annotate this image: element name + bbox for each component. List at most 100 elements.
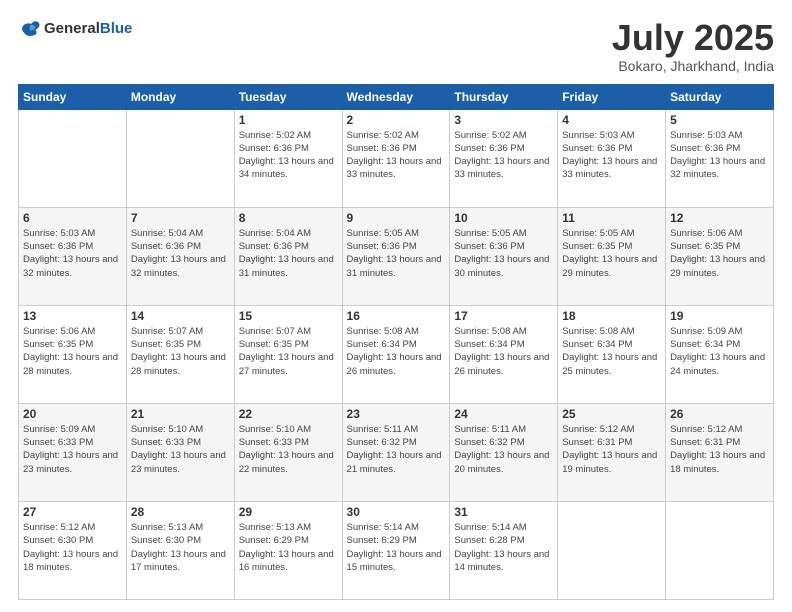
calendar-cell: 23Sunrise: 5:11 AM Sunset: 6:32 PM Dayli… (342, 403, 450, 501)
day-number: 25 (562, 407, 661, 421)
day-number: 3 (454, 113, 553, 127)
day-detail: Sunrise: 5:09 AM Sunset: 6:33 PM Dayligh… (23, 423, 122, 476)
day-number: 24 (454, 407, 553, 421)
calendar-header: SundayMondayTuesdayWednesdayThursdayFrid… (19, 84, 774, 109)
day-detail: Sunrise: 5:11 AM Sunset: 6:32 PM Dayligh… (454, 423, 553, 476)
day-detail: Sunrise: 5:14 AM Sunset: 6:28 PM Dayligh… (454, 521, 553, 574)
logo-blue: Blue (100, 20, 133, 37)
days-row: SundayMondayTuesdayWednesdayThursdayFrid… (19, 84, 774, 109)
calendar-cell: 1 Sunrise: 5:02 AM Sunset: 6:36 PM Daylig… (234, 109, 342, 207)
title-area: July 2025 Bokaro, Jharkhand, India (612, 18, 774, 74)
calendar-cell: 14 Sunrise: 5:07 AM Sunset: 6:35 PM Dayli… (126, 305, 234, 403)
day-number: 5 (670, 113, 769, 127)
day-detail: Sunrise: 5:10 AM Sunset: 6:33 PM Dayligh… (131, 423, 230, 476)
day-number: 19 (670, 309, 769, 323)
calendar-cell: 24 Sunrise: 5:11 AM Sunset: 6:32 PM Dayli… (450, 403, 558, 501)
week-row-2: 6 Sunrise: 5:03 AM Sunset: 6:36 PM Daylig… (19, 207, 774, 305)
calendar-cell: 17 Sunrise: 5:08 AM Sunset: 6:34 PM Dayli… (450, 305, 558, 403)
calendar-cell: 8 Sunrise: 5:04 AM Sunset: 6:36 PM Daylig… (234, 207, 342, 305)
day-number: 2 (347, 113, 446, 127)
day-detail: Sunrise: 5:12 AM Sunset: 6:30 PM Dayligh… (23, 521, 122, 574)
day-detail: Sunrise: 5:08 AM Sunset: 6:34 PM Dayligh… (562, 325, 661, 378)
week-row-5: 27 Sunrise: 5:12 AM Sunset: 6:30 PM Dayli… (19, 501, 774, 599)
day-detail: Sunrise: 5:05 AM Sunset: 6:35 PM Dayligh… (562, 227, 661, 280)
week-row-1: 1 Sunrise: 5:02 AM Sunset: 6:36 PM Daylig… (19, 109, 774, 207)
calendar-cell: 11 Sunrise: 5:05 AM Sunset: 6:35 PM Dayli… (558, 207, 666, 305)
day-detail: Sunrise: 5:03 AM Sunset: 6:36 PM Dayligh… (670, 129, 769, 182)
day-number: 11 (562, 211, 661, 225)
day-number: 16 (347, 309, 446, 323)
day-detail: Sunrise: 5:05 AM Sunset: 6:36 PM Dayligh… (347, 227, 446, 280)
calendar-cell: 18 Sunrise: 5:08 AM Sunset: 6:34 PM Dayli… (558, 305, 666, 403)
day-number: 21 (131, 407, 230, 421)
month-title: July 2025 (612, 18, 774, 58)
header: GeneralBlue July 2025 Bokaro, Jharkhand,… (18, 18, 774, 74)
day-detail: Sunrise: 5:04 AM Sunset: 6:36 PM Dayligh… (131, 227, 230, 280)
day-number: 27 (23, 505, 122, 519)
calendar-cell (126, 109, 234, 207)
day-detail: Sunrise: 5:09 AM Sunset: 6:34 PM Dayligh… (670, 325, 769, 378)
day-number: 8 (239, 211, 338, 225)
day-detail: Sunrise: 5:12 AM Sunset: 6:31 PM Dayligh… (562, 423, 661, 476)
day-header-saturday: Saturday (666, 84, 774, 109)
week-row-3: 13 Sunrise: 5:06 AM Sunset: 6:35 PM Dayli… (19, 305, 774, 403)
day-header-wednesday: Wednesday (342, 84, 450, 109)
day-number: 22 (239, 407, 338, 421)
day-number: 28 (131, 505, 230, 519)
day-detail: Sunrise: 5:13 AM Sunset: 6:30 PM Dayligh… (131, 521, 230, 574)
day-detail: Sunrise: 5:06 AM Sunset: 6:35 PM Dayligh… (23, 325, 122, 378)
calendar-cell (558, 501, 666, 599)
calendar-cell: 9 Sunrise: 5:05 AM Sunset: 6:36 PM Daylig… (342, 207, 450, 305)
calendar-cell: 7Sunrise: 5:04 AM Sunset: 6:36 PM Daylig… (126, 207, 234, 305)
day-header-friday: Friday (558, 84, 666, 109)
day-detail: Sunrise: 5:10 AM Sunset: 6:33 PM Dayligh… (239, 423, 338, 476)
day-number: 6 (23, 211, 122, 225)
day-detail: Sunrise: 5:04 AM Sunset: 6:36 PM Dayligh… (239, 227, 338, 280)
day-number: 1 (239, 113, 338, 127)
calendar-cell: 19 Sunrise: 5:09 AM Sunset: 6:34 PM Dayli… (666, 305, 774, 403)
day-detail: Sunrise: 5:02 AM Sunset: 6:36 PM Dayligh… (239, 129, 338, 182)
day-detail: Sunrise: 5:13 AM Sunset: 6:29 PM Dayligh… (239, 521, 338, 574)
day-detail: Sunrise: 5:06 AM Sunset: 6:35 PM Dayligh… (670, 227, 769, 280)
calendar-cell (666, 501, 774, 599)
day-number: 9 (347, 211, 446, 225)
day-detail: Sunrise: 5:07 AM Sunset: 6:35 PM Dayligh… (131, 325, 230, 378)
day-detail: Sunrise: 5:08 AM Sunset: 6:34 PM Dayligh… (454, 325, 553, 378)
day-detail: Sunrise: 5:11 AM Sunset: 6:32 PM Dayligh… (347, 423, 446, 476)
calendar-cell: 6 Sunrise: 5:03 AM Sunset: 6:36 PM Daylig… (19, 207, 127, 305)
calendar-cell: 13 Sunrise: 5:06 AM Sunset: 6:35 PM Dayli… (19, 305, 127, 403)
calendar-cell: 4Sunrise: 5:03 AM Sunset: 6:36 PM Daylig… (558, 109, 666, 207)
day-header-tuesday: Tuesday (234, 84, 342, 109)
calendar-cell: 12 Sunrise: 5:06 AM Sunset: 6:35 PM Dayli… (666, 207, 774, 305)
day-number: 14 (131, 309, 230, 323)
day-detail: Sunrise: 5:02 AM Sunset: 6:36 PM Dayligh… (454, 129, 553, 182)
calendar-table: SundayMondayTuesdayWednesdayThursdayFrid… (18, 84, 774, 600)
day-detail: Sunrise: 5:08 AM Sunset: 6:34 PM Dayligh… (347, 325, 446, 378)
logo-general: General (44, 20, 100, 37)
day-number: 18 (562, 309, 661, 323)
day-number: 17 (454, 309, 553, 323)
day-number: 10 (454, 211, 553, 225)
logo-icon (18, 18, 40, 40)
calendar-cell: 20 Sunrise: 5:09 AM Sunset: 6:33 PM Dayli… (19, 403, 127, 501)
day-number: 20 (23, 407, 122, 421)
day-detail: Sunrise: 5:03 AM Sunset: 6:36 PM Dayligh… (23, 227, 122, 280)
day-number: 13 (23, 309, 122, 323)
calendar-cell: 22 Sunrise: 5:10 AM Sunset: 6:33 PM Dayli… (234, 403, 342, 501)
day-number: 15 (239, 309, 338, 323)
calendar-cell: 2Sunrise: 5:02 AM Sunset: 6:36 PM Daylig… (342, 109, 450, 207)
location: Bokaro, Jharkhand, India (612, 58, 774, 74)
calendar-cell: 3 Sunrise: 5:02 AM Sunset: 6:36 PM Daylig… (450, 109, 558, 207)
calendar-cell: 29Sunrise: 5:13 AM Sunset: 6:29 PM Dayli… (234, 501, 342, 599)
calendar-cell: 28 Sunrise: 5:13 AM Sunset: 6:30 PM Dayli… (126, 501, 234, 599)
page: GeneralBlue July 2025 Bokaro, Jharkhand,… (0, 0, 792, 612)
logo-text: GeneralBlue (44, 20, 132, 38)
day-number: 12 (670, 211, 769, 225)
logo: GeneralBlue (18, 18, 132, 40)
calendar-cell: 10Sunrise: 5:05 AM Sunset: 6:36 PM Dayli… (450, 207, 558, 305)
day-detail: Sunrise: 5:07 AM Sunset: 6:35 PM Dayligh… (239, 325, 338, 378)
calendar-cell: 31 Sunrise: 5:14 AM Sunset: 6:28 PM Dayli… (450, 501, 558, 599)
day-header-monday: Monday (126, 84, 234, 109)
calendar-cell: 27 Sunrise: 5:12 AM Sunset: 6:30 PM Dayli… (19, 501, 127, 599)
day-number: 31 (454, 505, 553, 519)
